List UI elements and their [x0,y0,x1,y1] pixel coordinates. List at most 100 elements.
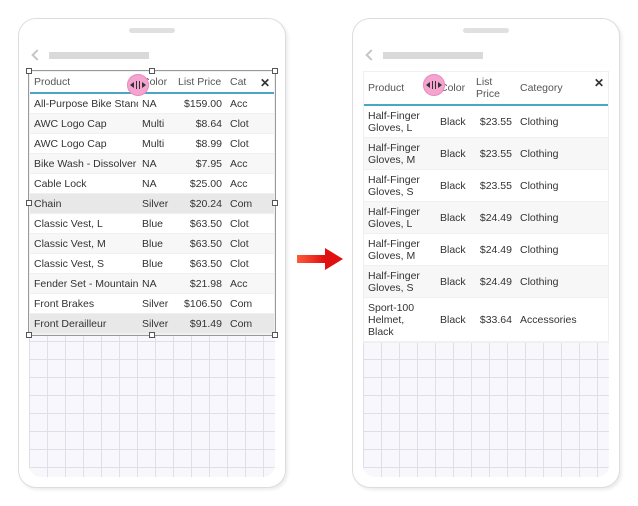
resize-handle[interactable] [272,68,278,74]
cell: Black [436,240,472,259]
table-row[interactable]: Half-Finger Gloves, LBlack$23.55Clothing [364,106,608,138]
cell: Black [436,112,472,131]
cell: Acc [226,94,276,113]
table-row[interactable]: AWC Logo CapMulti$8.64Clot [30,114,274,134]
cell: $91.49 [174,314,226,333]
cell: $23.55 [472,144,516,163]
cell: $33.64 [472,310,516,329]
cell: Cable Lock [30,174,138,193]
cell: Clothing [516,240,586,259]
table-row[interactable]: Sport-100 Helmet, BlackBlack$33.64Access… [364,298,608,342]
phone-frame-before: Product Color List Price Cat ✕ All-Purpo… [18,18,286,488]
cell: Silver [138,194,174,213]
table-row[interactable]: Front BrakesSilver$106.50Com [30,294,274,314]
cell: Half-Finger Gloves, M [364,138,436,169]
cell: Sport-100 Helmet, Black [364,298,436,341]
table-row[interactable]: Half-Finger Gloves, SBlack$23.55Clothing [364,170,608,202]
cell: NA [138,154,174,173]
cell: AWC Logo Cap [30,114,138,133]
table-row[interactable]: Fender Set - MountainNA$21.98Acc [30,274,274,294]
table-row[interactable]: Cable LockNA$25.00Acc [30,174,274,194]
cell: Clothing [516,176,586,195]
table-header-row: Product Color List Price Category ✕ [364,72,608,106]
cell: $21.98 [174,274,226,293]
cell: NA [138,274,174,293]
cell: $7.95 [174,154,226,173]
table-row[interactable]: Classic Vest, LBlue$63.50Clot [30,214,274,234]
col-price[interactable]: List Price [174,72,226,92]
cell: Black [436,272,472,291]
table-row[interactable]: Half-Finger Gloves, MBlack$23.55Clothing [364,138,608,170]
cell: Silver [138,294,174,313]
table-row[interactable]: Classic Vest, SBlue$63.50Clot [30,254,274,274]
cell: Acc [226,154,276,173]
cell: Blue [138,214,174,233]
resize-handle[interactable] [26,332,32,338]
cell: $63.50 [174,214,226,233]
table-row[interactable]: ChainSilver$20.24Com [30,194,274,214]
cell: $159.00 [174,94,226,113]
cell: Clot [226,214,276,233]
data-table[interactable]: Product Color List Price Category ✕ Half… [363,71,609,343]
back-icon[interactable] [365,49,376,60]
phone-header [33,45,271,65]
cell: Silver [138,314,174,333]
table-body: Half-Finger Gloves, LBlack$23.55Clothing… [364,106,608,342]
cell: Front Derailleur [30,314,138,333]
column-resize-icon[interactable] [127,74,149,96]
table-header-row: Product Color List Price Cat ✕ [30,72,274,94]
cell: Half-Finger Gloves, L [364,106,436,137]
cell: $23.55 [472,176,516,195]
cell: Black [436,208,472,227]
table-body: All-Purpose Bike StandNA$159.00AccAWC Lo… [30,94,274,334]
table-row[interactable]: Classic Vest, MBlue$63.50Clot [30,234,274,254]
cell: $23.55 [472,112,516,131]
table-row[interactable]: All-Purpose Bike StandNA$159.00Acc [30,94,274,114]
table-row[interactable]: Half-Finger Gloves, LBlack$24.49Clothing [364,202,608,234]
cell: Multi [138,114,174,133]
resize-handle[interactable] [149,68,155,74]
resize-handle[interactable] [272,332,278,338]
cell: Accessories [516,310,586,329]
phone-canvas-before: Product Color List Price Cat ✕ All-Purpo… [29,71,275,477]
cell: Com [226,294,276,313]
close-icon[interactable]: ✕ [260,76,270,90]
cell: Blue [138,254,174,273]
resize-handle[interactable] [26,200,32,206]
cell: Black [436,176,472,195]
cell: Clot [226,234,276,253]
col-price[interactable]: List Price [472,72,516,104]
phone-speaker [129,28,175,33]
col-product[interactable]: Product [30,72,138,92]
table-row[interactable]: Half-Finger Gloves, SBlack$24.49Clothing [364,266,608,298]
cell: Clothing [516,144,586,163]
cell: Classic Vest, L [30,214,138,233]
table-row[interactable]: Half-Finger Gloves, MBlack$24.49Clothing [364,234,608,266]
data-table[interactable]: Product Color List Price Cat ✕ All-Purpo… [29,71,275,335]
resize-handle[interactable] [26,68,32,74]
cell: Classic Vest, M [30,234,138,253]
phone-frame-after: Product Color List Price Category ✕ Half… [352,18,620,488]
transition-arrow-icon [294,248,344,270]
phone-speaker [463,28,509,33]
cell: Classic Vest, S [30,254,138,273]
cell: $24.49 [472,272,516,291]
resize-handle[interactable] [149,332,155,338]
column-resize-icon[interactable] [423,74,445,96]
cell: Clothing [516,208,586,227]
cell: $20.24 [174,194,226,213]
cell: $24.49 [472,208,516,227]
back-icon[interactable] [31,49,42,60]
table-row[interactable]: AWC Logo CapMulti$8.99Clot [30,134,274,154]
table-row[interactable]: Front DerailleurSilver$91.49Com [30,314,274,334]
cell: AWC Logo Cap [30,134,138,153]
col-category[interactable]: Category [516,78,586,98]
table-row[interactable]: Bike Wash - DissolverNA$7.95Acc [30,154,274,174]
cell: Half-Finger Gloves, M [364,234,436,265]
resize-handle[interactable] [272,200,278,206]
cell: Clot [226,254,276,273]
cell: Com [226,194,276,213]
cell: Half-Finger Gloves, L [364,202,436,233]
close-icon[interactable]: ✕ [594,76,604,90]
cell: Multi [138,134,174,153]
